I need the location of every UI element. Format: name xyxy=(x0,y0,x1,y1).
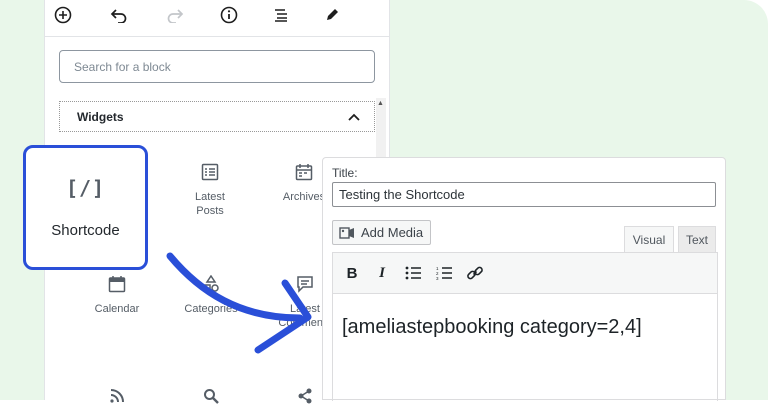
tab-text[interactable]: Text xyxy=(678,226,716,253)
add-media-label: Add Media xyxy=(361,225,424,240)
add-media-button[interactable]: Add Media xyxy=(332,220,431,245)
bulleted-list-icon[interactable] xyxy=(403,263,423,283)
comments-icon xyxy=(296,272,314,296)
italic-icon[interactable]: I xyxy=(372,263,392,283)
format-toolbar: B I 123 xyxy=(333,253,717,294)
block-label: Calendar xyxy=(94,303,140,315)
chevron-up-icon xyxy=(348,113,360,121)
shortcode-icon: [/] xyxy=(65,176,106,200)
tab-visual[interactable]: Visual xyxy=(624,226,674,253)
archives-icon xyxy=(295,160,313,184)
add-block-icon[interactable] xyxy=(49,4,77,26)
info-icon[interactable] xyxy=(215,4,243,26)
numbered-list-icon[interactable]: 123 xyxy=(434,263,454,283)
search-icon xyxy=(202,384,220,408)
rss-icon xyxy=(108,384,126,408)
categories-icon xyxy=(202,272,220,296)
calendar-icon xyxy=(108,272,126,296)
widgets-panel-title: Widgets xyxy=(77,109,124,124)
block-label: Archives xyxy=(282,191,326,203)
title-input[interactable]: Testing the Shortcode xyxy=(332,182,716,207)
scroll-up-arrow-icon[interactable]: ▲ xyxy=(377,100,384,107)
editor-frame: B I 123 [ameliastepbooking category=2,4] xyxy=(332,252,718,401)
widgets-panel-toggle[interactable]: Widgets xyxy=(59,101,375,132)
undo-icon[interactable] xyxy=(105,4,133,26)
block-search-field[interactable] xyxy=(59,50,375,83)
edit-pencil-icon[interactable] xyxy=(318,4,346,26)
title-label: Title: xyxy=(332,166,358,180)
block-search[interactable] xyxy=(161,384,261,408)
redo-icon[interactable] xyxy=(161,4,189,26)
block-label: Categories xyxy=(184,303,238,315)
bold-icon[interactable]: B xyxy=(342,263,362,283)
latest-posts-icon xyxy=(201,160,219,184)
block-calendar[interactable]: Calendar xyxy=(67,272,167,316)
link-icon[interactable] xyxy=(465,263,485,283)
svg-text:3: 3 xyxy=(436,276,439,280)
block-latest-posts[interactable]: Latest Posts xyxy=(160,160,260,218)
shortcode-label: Shortcode xyxy=(51,222,120,239)
editor-content[interactable]: [ameliastepbooking category=2,4] xyxy=(342,316,642,339)
block-rss[interactable] xyxy=(67,384,167,408)
shortcode-block-highlight[interactable]: [/] Shortcode xyxy=(23,145,148,270)
search-input[interactable] xyxy=(60,51,374,82)
share-icon xyxy=(296,384,314,408)
block-label: Latest Posts xyxy=(195,191,225,217)
block-categories[interactable]: Categories xyxy=(161,272,261,316)
add-media-icon xyxy=(339,226,354,239)
list-view-icon[interactable] xyxy=(267,4,295,26)
classic-editor-panel: Title: Testing the Shortcode Add Media V… xyxy=(322,157,726,401)
editor-toolbar xyxy=(45,0,389,37)
